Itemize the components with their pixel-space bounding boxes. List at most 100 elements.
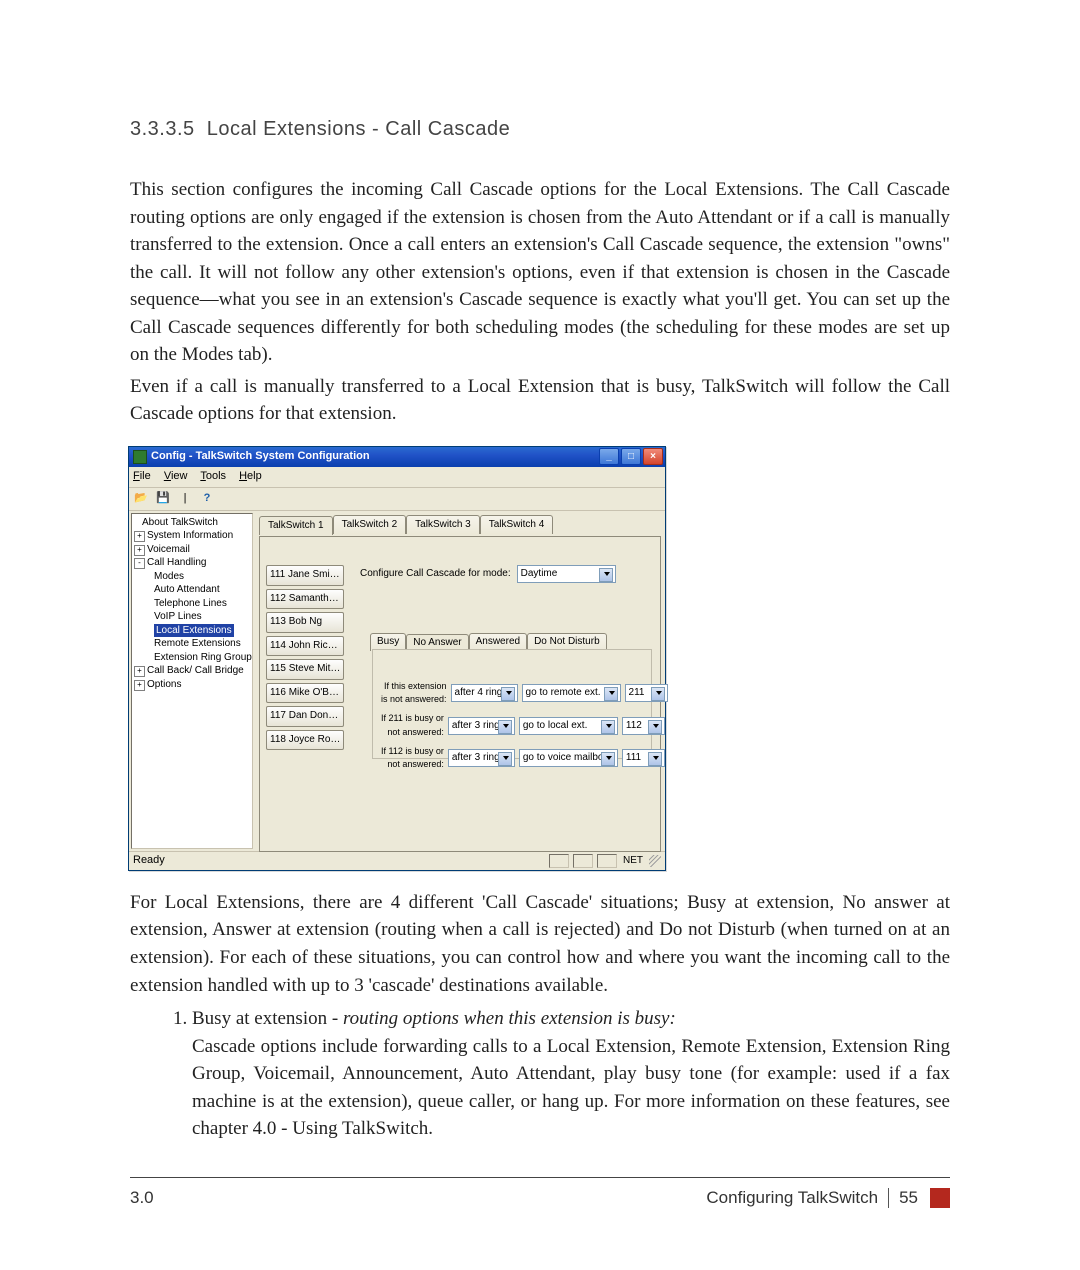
list-item: Busy at extension - routing options when… [192, 1005, 950, 1143]
extension-button[interactable]: 111 Jane Smi… [266, 565, 344, 586]
tree-modes[interactable]: Modes [134, 570, 250, 584]
close-button[interactable]: × [643, 448, 663, 465]
extension-button[interactable]: 115 Steve Mit… [266, 659, 344, 680]
window-title: Config - TalkSwitch System Configuration [151, 449, 370, 465]
extension-list: 111 Jane Smi… 112 Samanth… 113 Bob Ng 11… [266, 565, 344, 750]
nav-tree[interactable]: About TalkSwitch +System Information +Vo… [131, 513, 253, 849]
mode-chooser: Configure Call Cascade for mode: Daytime [360, 565, 616, 583]
expand-icon[interactable]: + [134, 545, 145, 556]
status-cell [549, 854, 569, 868]
tab-talkswitch-2[interactable]: TalkSwitch 2 [333, 515, 407, 535]
tab-body: 111 Jane Smi… 112 Samanth… 113 Bob Ng 11… [259, 536, 661, 852]
cascade-box: If this extensionis not answered: after … [372, 649, 652, 759]
footer-marker-icon [930, 1188, 950, 1208]
rings-dropdown[interactable]: after 4 rings [451, 684, 518, 702]
section-title: Local Extensions - Call Cascade [207, 118, 510, 140]
rings-dropdown[interactable]: after 3 rings [448, 749, 515, 767]
tree-ring-groups[interactable]: Extension Ring Groups [134, 651, 250, 665]
menu-view[interactable]: View [164, 470, 188, 482]
mode-label: Configure Call Cascade for mode: [360, 567, 511, 582]
save-icon[interactable]: 💾 [155, 491, 171, 507]
section-heading: 3.3.3.5 Local Extensions - Call Cascade [130, 115, 950, 144]
window-body: About TalkSwitch +System Information +Vo… [129, 511, 665, 851]
tree-telephone-lines[interactable]: Telephone Lines [134, 597, 250, 611]
ext-dropdown[interactable]: 211 [625, 684, 668, 702]
list-item-italic: routing options when this extension is b… [343, 1008, 676, 1029]
expand-icon[interactable]: + [134, 680, 145, 691]
cascade-row: If 112 is busy ornot answered: after 3 r… [381, 745, 643, 771]
tree-voip-lines[interactable]: VoIP Lines [134, 610, 250, 624]
status-net: NET [621, 854, 645, 869]
maximize-button[interactable]: □ [621, 448, 641, 465]
open-icon[interactable]: 📂 [133, 491, 149, 507]
menu-file[interactable]: File [133, 470, 151, 482]
extension-button[interactable]: 113 Bob Ng [266, 612, 344, 633]
menu-help[interactable]: Help [239, 470, 262, 482]
extension-button[interactable]: 116 Mike O'B… [266, 683, 344, 704]
action-dropdown[interactable]: go to voice mailbox [519, 749, 618, 767]
help-icon[interactable]: ? [199, 491, 215, 507]
action-dropdown[interactable]: go to remote ext. [522, 684, 621, 702]
post-paragraph: For Local Extensions, there are 4 differ… [130, 889, 950, 999]
intro-paragraph-1: This section configures the incoming Cal… [130, 176, 950, 369]
app-window: Config - TalkSwitch System Configuration… [128, 446, 666, 871]
footer-page-number: 55 [899, 1186, 918, 1211]
app-icon [133, 450, 147, 464]
extension-button[interactable]: 117 Dan Don… [266, 706, 344, 727]
toolbar-separator: | [177, 491, 193, 507]
list-item-body: Cascade options include forwarding calls… [192, 1036, 950, 1140]
page-footer: 3.0 Configuring TalkSwitch 55 [130, 1177, 950, 1211]
expand-icon[interactable]: + [134, 531, 145, 542]
status-cells: NET [549, 854, 661, 869]
action-dropdown[interactable]: go to local ext. [519, 717, 618, 735]
list-item-head: Busy at extension - [192, 1008, 343, 1029]
footer-separator [888, 1188, 889, 1208]
tree-callback[interactable]: +Call Back/ Call Bridge [134, 664, 250, 678]
status-ready: Ready [133, 853, 165, 869]
tab-do-not-disturb[interactable]: Do Not Disturb [527, 633, 607, 651]
menu-tools[interactable]: Tools [200, 470, 226, 482]
tree-callhandling[interactable]: -Call Handling [134, 556, 250, 570]
tree-sysinfo[interactable]: +System Information [134, 529, 250, 543]
resize-grip-icon[interactable] [649, 855, 661, 867]
unit-tabs: TalkSwitch 1 TalkSwitch 2 TalkSwitch 3 T… [259, 515, 661, 535]
tab-talkswitch-4[interactable]: TalkSwitch 4 [480, 515, 554, 535]
extension-button[interactable]: 114 John Ric… [266, 636, 344, 657]
cascade-row: If this extensionis not answered: after … [381, 680, 643, 706]
ext-dropdown[interactable]: 112 [622, 717, 665, 735]
row-label: If 112 is busy ornot answered: [381, 745, 444, 771]
tree-options[interactable]: +Options [134, 678, 250, 692]
tree-local-extensions[interactable]: Local Extensions [134, 624, 250, 638]
tree-autoattendant[interactable]: Auto Attendant [134, 583, 250, 597]
expand-icon[interactable]: + [134, 666, 145, 677]
tab-busy[interactable]: Busy [370, 633, 406, 651]
row-label: If 211 is busy ornot answered: [381, 712, 444, 738]
cascade-tabs: Busy No Answer Answered Do Not Disturb [370, 633, 607, 651]
collapse-icon[interactable]: - [134, 558, 145, 569]
status-cell [597, 854, 617, 868]
main-pane: TalkSwitch 1 TalkSwitch 2 TalkSwitch 3 T… [255, 511, 665, 851]
statusbar: Ready NET [129, 851, 665, 870]
tab-talkswitch-1[interactable]: TalkSwitch 1 [259, 516, 333, 536]
window-buttons: _ □ × [599, 448, 663, 465]
tab-talkswitch-3[interactable]: TalkSwitch 3 [406, 515, 480, 535]
footer-title: Configuring TalkSwitch [706, 1186, 878, 1211]
tree-remote-extensions[interactable]: Remote Extensions [134, 637, 250, 651]
extension-button[interactable]: 118 Joyce Ro… [266, 730, 344, 751]
minimize-button[interactable]: _ [599, 448, 619, 465]
extension-button[interactable]: 112 Samanth… [266, 589, 344, 610]
mode-dropdown[interactable]: Daytime [517, 565, 616, 583]
tree-about[interactable]: About TalkSwitch [134, 516, 250, 530]
cascade-row: If 211 is busy ornot answered: after 3 r… [381, 712, 643, 738]
document-page: 3.3.3.5 Local Extensions - Call Cascade … [0, 0, 1080, 1270]
tab-answered[interactable]: Answered [469, 633, 527, 651]
section-number: 3.3.3.5 [130, 118, 195, 140]
intro-paragraph-2: Even if a call is manually transferred t… [130, 373, 950, 428]
tree-voicemail[interactable]: +Voicemail [134, 543, 250, 557]
ext-dropdown[interactable]: 111 [622, 749, 665, 767]
row-label: If this extensionis not answered: [381, 680, 447, 706]
titlebar[interactable]: Config - TalkSwitch System Configuration… [129, 447, 665, 467]
menubar[interactable]: File View Tools Help [129, 467, 665, 488]
status-cell [573, 854, 593, 868]
rings-dropdown[interactable]: after 3 rings [448, 717, 515, 735]
